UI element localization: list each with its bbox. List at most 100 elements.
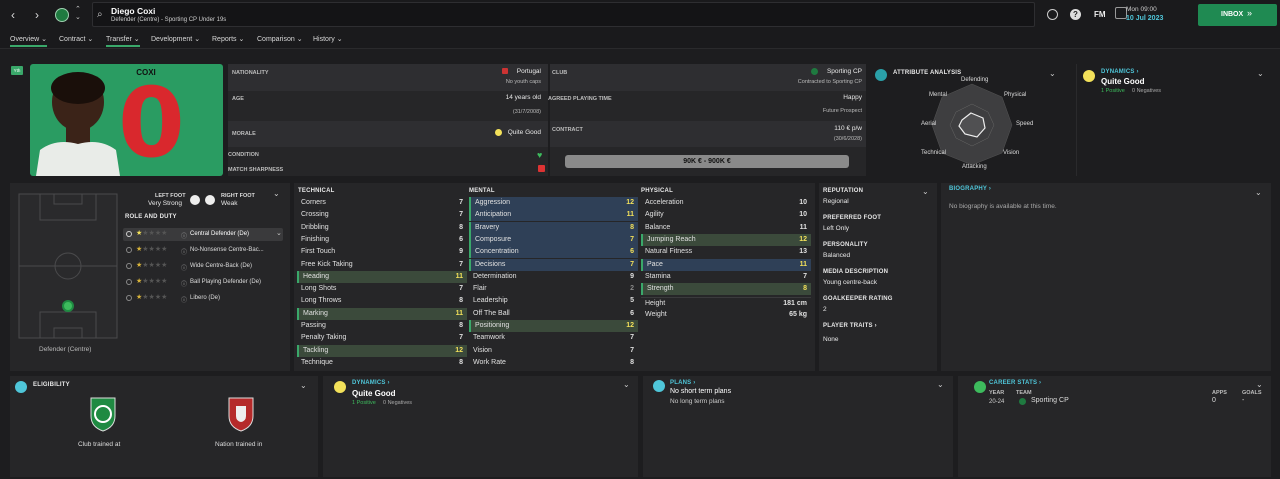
attribute-row[interactable]: Corners 7	[297, 197, 467, 209]
tab-history[interactable]: History ⌄	[313, 35, 343, 43]
attribute-row[interactable]: Flair 2	[469, 283, 638, 295]
info-icon[interactable]: ⓘ	[181, 263, 187, 272]
plans-title[interactable]: PLANS ›	[670, 380, 695, 386]
nationality-value[interactable]: Portugal	[517, 68, 541, 75]
chevron-down-icon[interactable]: ⌄	[623, 380, 630, 389]
info-icon[interactable]: ⓘ	[181, 247, 187, 256]
attribute-name: Crossing	[301, 211, 329, 219]
radio-icon[interactable]	[126, 247, 132, 253]
chevron-down-icon[interactable]: ⌄	[1255, 188, 1262, 197]
career-team[interactable]: Sporting CP	[1031, 397, 1069, 404]
attribute-row[interactable]: Dribbling 8	[297, 222, 467, 234]
positions-panel: Defender (Centre) LEFT FOOT Very Strong …	[10, 183, 290, 371]
tab-development[interactable]: Development ⌄	[151, 35, 200, 43]
chevron-down-icon[interactable]: ⌄	[273, 189, 280, 198]
attribute-row[interactable]: Long Shots 7	[297, 283, 467, 295]
morale-value[interactable]: Quite Good	[508, 129, 541, 136]
attribute-value: 11	[455, 272, 463, 280]
attribute-row[interactable]: Balance 11	[641, 222, 811, 234]
attribute-row[interactable]: Technique 8	[297, 357, 467, 369]
attribute-row[interactable]: Composure 7	[469, 233, 638, 246]
attribute-row[interactable]: Determination 9	[469, 271, 638, 283]
attribute-value: 8	[459, 297, 463, 305]
tab-transfer[interactable]: Transfer ⌄	[106, 35, 140, 47]
chevron-down-icon[interactable]: ⌄	[1049, 69, 1056, 78]
fm-logo[interactable]: FM	[1094, 10, 1106, 19]
tab-overview[interactable]: Overview ⌄	[10, 35, 47, 47]
radio-icon[interactable]	[126, 263, 132, 269]
sort-arrows-icon[interactable]: ⌃ ⌄	[75, 6, 81, 22]
radio-icon[interactable]	[126, 279, 132, 285]
attribute-row[interactable]: Vision 7	[469, 345, 638, 357]
chevron-down-icon[interactable]: ⌄	[300, 381, 307, 390]
attribute-row[interactable]: Jumping Reach 12	[641, 233, 811, 246]
tab-comparison[interactable]: Comparison ⌄	[257, 35, 303, 43]
info-icon[interactable]: ⓘ	[181, 279, 187, 288]
chevron-down-icon[interactable]: ⌄	[276, 229, 282, 237]
attribute-name: Long Shots	[301, 285, 337, 293]
attribute-row[interactable]: Agility 10	[641, 209, 811, 221]
attribute-row[interactable]: Off The Ball 6	[469, 308, 638, 320]
inbox-button[interactable]: INBOX »	[1198, 4, 1277, 26]
attribute-row[interactable]: Work Rate 8	[469, 357, 638, 369]
radio-icon[interactable]	[126, 295, 132, 301]
attribute-row[interactable]: Penalty Taking 7	[297, 332, 467, 344]
inbox-label: INBOX	[1221, 11, 1244, 18]
attribute-row[interactable]: Finishing 6	[297, 234, 467, 246]
chevron-down-icon[interactable]: ⌄	[1256, 380, 1263, 389]
attribute-row[interactable]: Long Throws 8	[297, 295, 467, 307]
dynamics-title[interactable]: DYNAMICS ›	[1101, 69, 1139, 75]
attribute-row[interactable]: Stamina 7	[641, 271, 811, 283]
attribute-name: First Touch	[301, 248, 336, 256]
chevron-down-icon[interactable]: ⌄	[922, 187, 929, 196]
attribute-row[interactable]: Pace 11	[641, 258, 811, 271]
attribute-row[interactable]: Strength 8	[641, 283, 811, 296]
attribute-row[interactable]: Crossing 7	[297, 209, 467, 221]
attribute-name: Dribbling	[301, 223, 329, 231]
attribute-row[interactable]: Acceleration 10	[641, 197, 811, 209]
attribute-row[interactable]: Bravery 8	[469, 221, 638, 234]
help-icon[interactable]: ?	[1070, 9, 1081, 20]
dynamics-positives: 1 Positive	[1101, 88, 1125, 94]
chevron-down-icon[interactable]: ⌄	[937, 380, 944, 389]
attribute-row[interactable]: Natural Fitness 13	[641, 246, 811, 258]
attribute-value: 9	[459, 248, 463, 256]
role-label: No-Nonsense Centre-Bac...	[190, 247, 264, 253]
info-icon[interactable]: ⓘ	[181, 295, 187, 304]
attribute-row[interactable]: Tackling 12	[297, 344, 467, 357]
attribute-row[interactable]: Teamwork 7	[469, 332, 638, 344]
search-icon[interactable]: ⌕	[97, 9, 103, 20]
radio-icon[interactable]	[126, 231, 132, 237]
back-icon[interactable]: ‹	[6, 7, 20, 23]
attribute-row[interactable]: Concentration 6	[469, 246, 638, 259]
heart-icon: ♥	[537, 150, 543, 160]
career-stats-title[interactable]: CAREER STATS ›	[989, 380, 1041, 386]
attribute-row[interactable]: Decisions 7	[469, 258, 638, 271]
dynamics-title[interactable]: DYNAMICS ›	[352, 380, 390, 386]
attribute-row[interactable]: Free Kick Taking 7	[297, 259, 467, 271]
attribute-row[interactable]: Aggression 12	[469, 197, 638, 209]
club-value[interactable]: Sporting CP	[827, 68, 862, 75]
nation-crest-icon[interactable]	[226, 394, 256, 432]
tab-contract[interactable]: Contract ⌄	[59, 35, 93, 43]
tab-reports[interactable]: Reports ⌄	[212, 35, 244, 43]
club-crest-icon[interactable]	[88, 394, 118, 432]
axis-physical: Physical	[1004, 92, 1027, 98]
transfer-value-bar[interactable]: 90K € - 900K €	[565, 155, 849, 168]
chevron-down-icon[interactable]: ⌄	[1257, 69, 1264, 78]
biography-title[interactable]: BIOGRAPHY ›	[949, 186, 991, 192]
club-crest-icon[interactable]	[55, 8, 69, 22]
attribute-row[interactable]: Marking 11	[297, 307, 467, 320]
info-icon[interactable]: ⓘ	[181, 231, 187, 240]
attribute-row[interactable]: Anticipation 11	[469, 209, 638, 222]
player-traits-link[interactable]: PLAYER TRAITS ›	[823, 323, 877, 329]
forward-icon[interactable]: ›	[30, 7, 44, 23]
attribute-row[interactable]: First Touch 9	[297, 246, 467, 258]
pitch-diagram	[18, 193, 118, 339]
attribute-row[interactable]: Heading 11	[297, 270, 467, 283]
globe-icon[interactable]	[1047, 9, 1058, 20]
player-info-panel: REPUTATION ⌄ Regional PREFERRED FOOT Lef…	[819, 183, 937, 371]
attribute-row[interactable]: Positioning 12	[469, 320, 638, 332]
attribute-row[interactable]: Passing 8	[297, 320, 467, 332]
attribute-row[interactable]: Leadership 5	[469, 295, 638, 307]
